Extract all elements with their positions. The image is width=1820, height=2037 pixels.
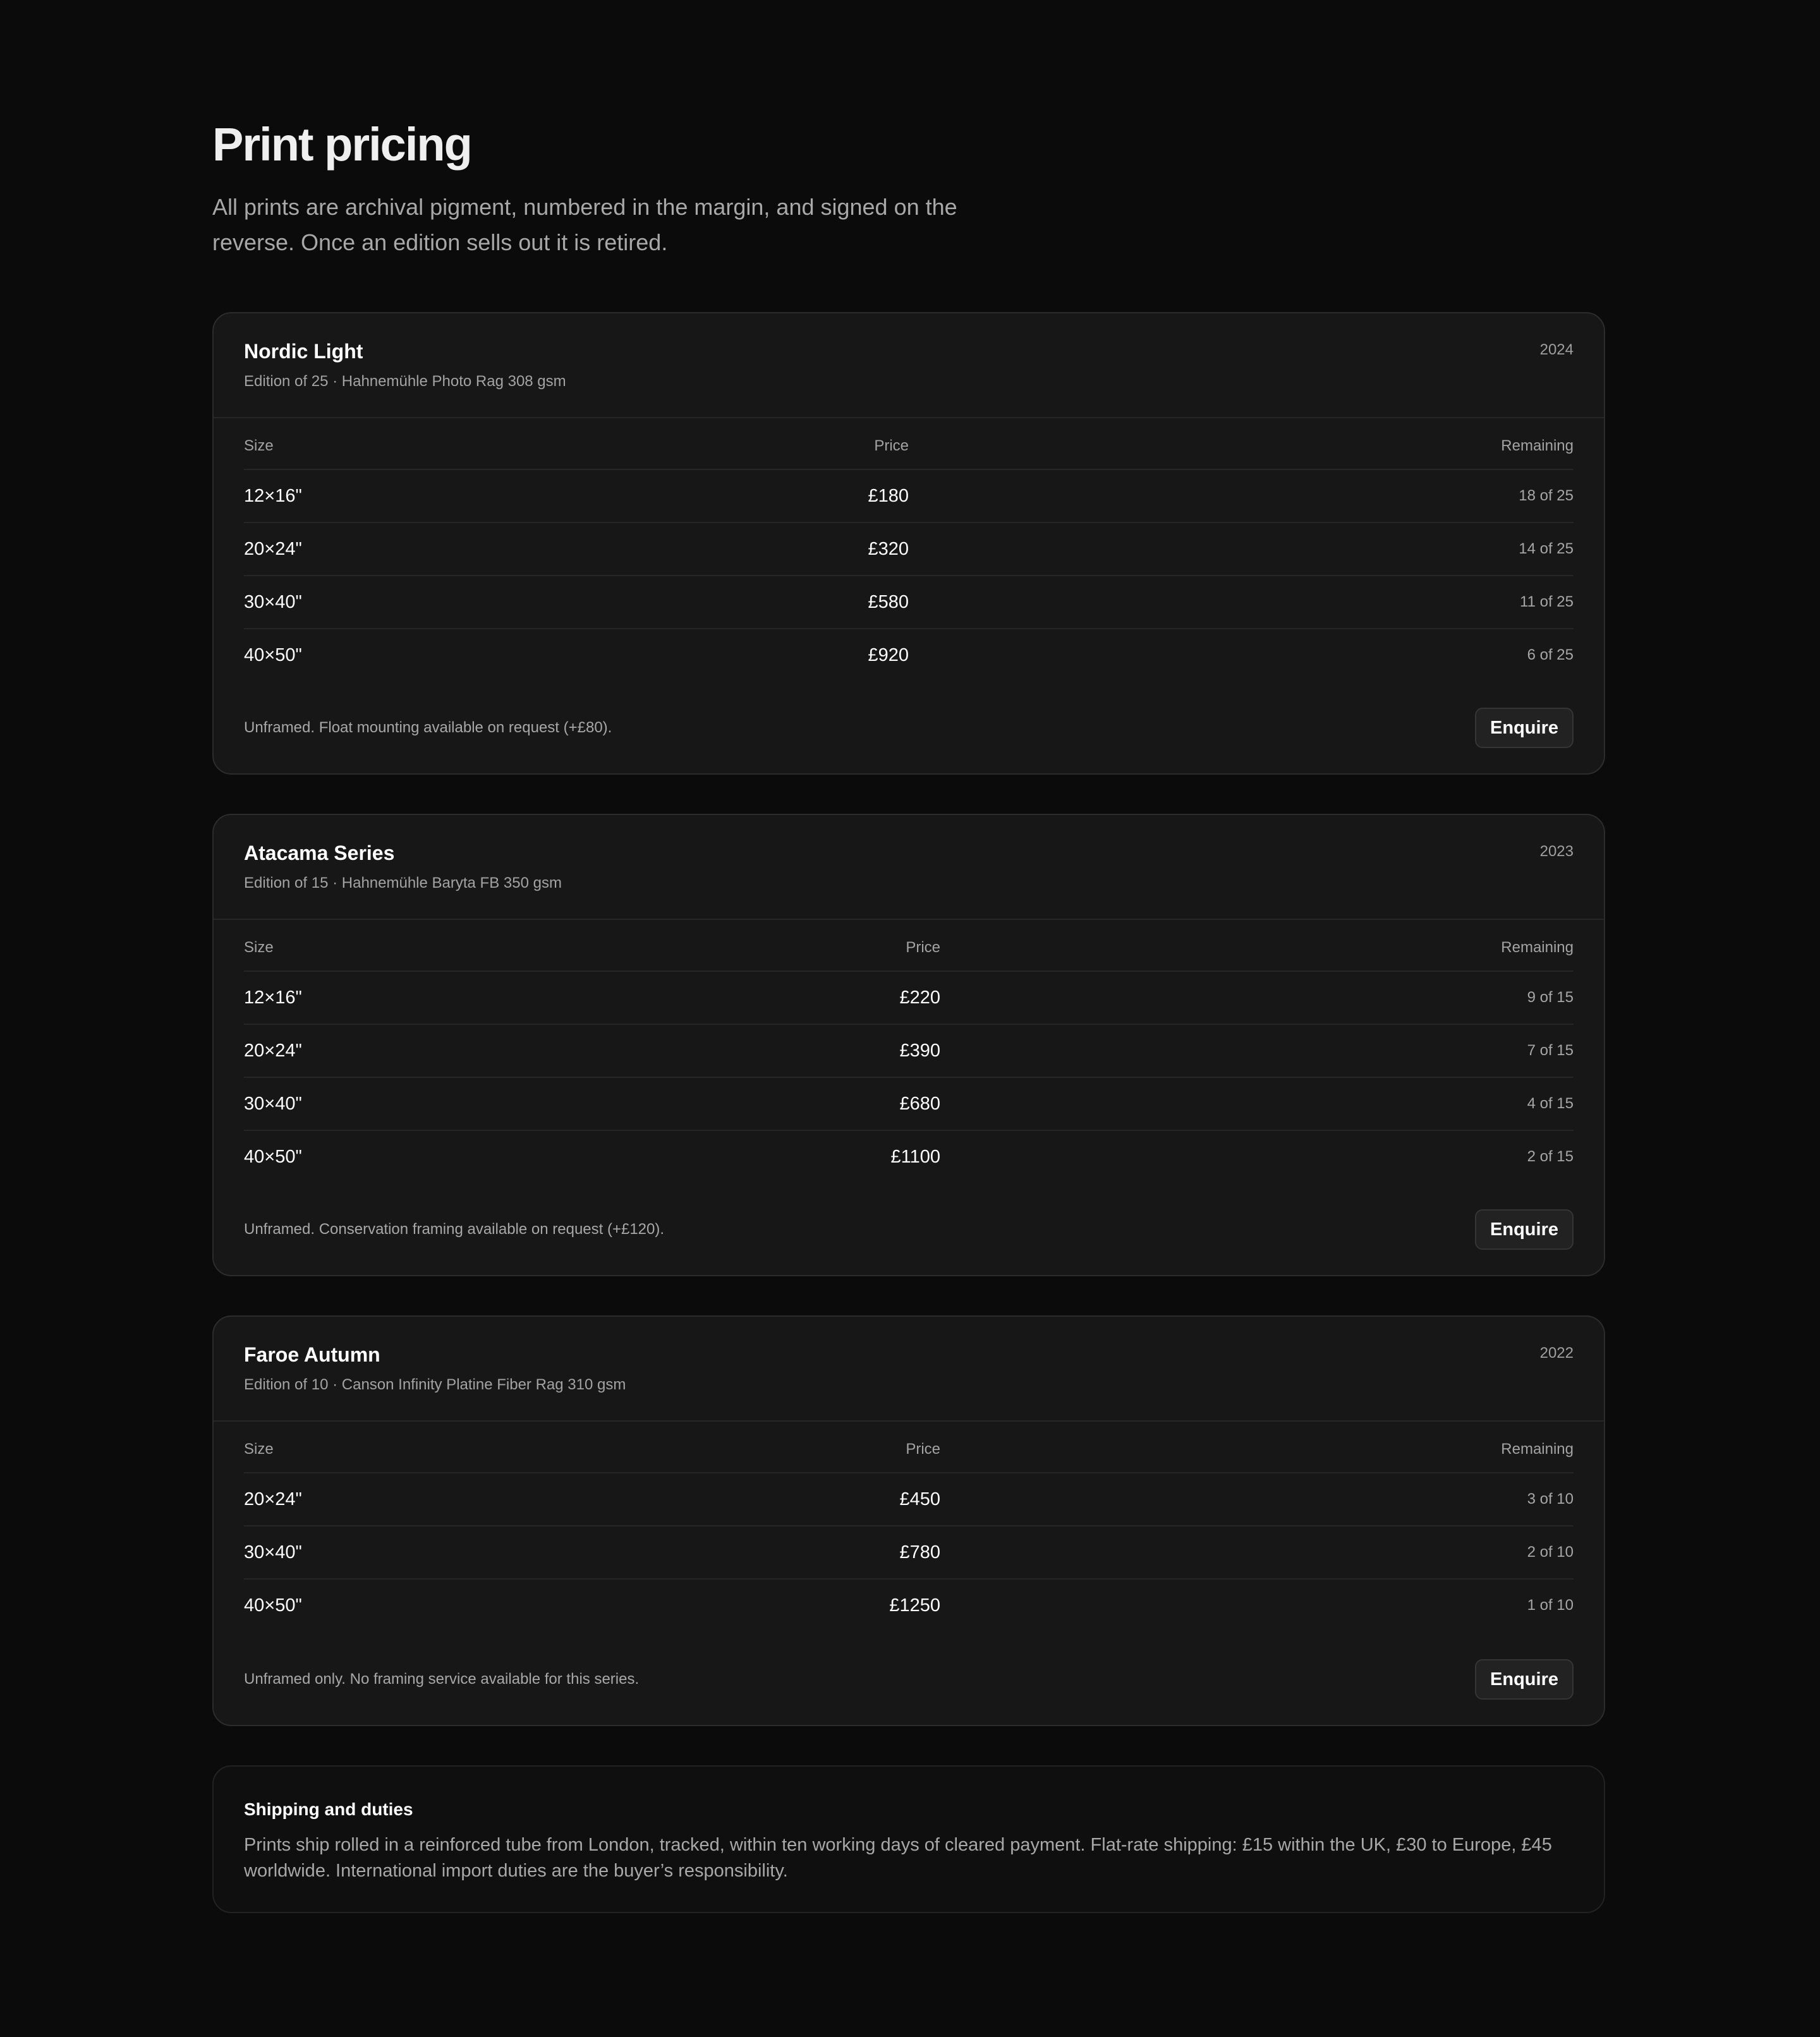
shipping-body: Prints ship rolled in a reinforced tube …	[244, 1835, 1552, 1881]
edition-meta: Edition of 15 · Hahnemühle Baryta FB 350…	[244, 874, 562, 892]
remaining-cell: 2 of 10	[1527, 1544, 1574, 1561]
remaining-cell: 9 of 15	[1527, 989, 1574, 1006]
size-cell: 30×40"	[244, 1542, 302, 1563]
size-column-header: Size	[244, 939, 274, 956]
size-cell: 12×16"	[244, 485, 302, 506]
framing-note: Unframed. Float mounting available on re…	[244, 719, 612, 736]
enquire-button[interactable]: Enquire	[1475, 1209, 1574, 1250]
size-cell: 20×24"	[244, 1489, 302, 1509]
table-row: 40×50" £1100 2 of 15	[244, 1146, 1574, 1167]
table-row: 40×50" £920 6 of 25	[244, 644, 1574, 665]
table-header-row: Size Price Remaining	[244, 939, 1574, 972]
size-cell: 20×24"	[244, 538, 302, 559]
page-title: Print pricing	[212, 118, 473, 171]
edition-card-atacama-series: Atacama Series Edition of 15 · Hahnemühl…	[212, 814, 1605, 1276]
size-cell: 20×24"	[244, 1040, 302, 1061]
size-cell: 40×50"	[244, 644, 302, 665]
remaining-cell: 11 of 25	[1520, 593, 1574, 610]
remaining-cell: 14 of 25	[1519, 540, 1574, 557]
size-column-header: Size	[244, 1441, 274, 1458]
framing-note: Unframed. Conservation framing available…	[244, 1221, 665, 1238]
table-header-row: Size Price Remaining	[244, 437, 1574, 470]
remaining-cell: 4 of 15	[1527, 1095, 1574, 1112]
table-row: 30×40" £580 11 of 25	[244, 576, 1574, 629]
edition-card-nordic-light: Nordic Light Edition of 25 · Hahnemühle …	[212, 312, 1605, 775]
remaining-cell: 1 of 10	[1527, 1597, 1574, 1614]
page-subtitle: All prints are archival pigment, numbere…	[212, 194, 957, 255]
table-row: 20×24" £390 7 of 15	[244, 1025, 1574, 1078]
size-column-header: Size	[244, 437, 274, 454]
price-table: Size Price Remaining 12×16" £220 9 of 15…	[244, 939, 1574, 1183]
remaining-cell: 18 of 25	[1519, 487, 1574, 504]
size-cell: 40×50"	[244, 1146, 302, 1167]
card-header: Nordic Light Edition of 25 · Hahnemühle …	[214, 313, 1604, 418]
card-header: Atacama Series Edition of 15 · Hahnemühl…	[214, 815, 1604, 920]
remaining-cell: 6 of 25	[1527, 646, 1574, 663]
remaining-column-header: Remaining	[1501, 939, 1574, 956]
edition-meta: Edition of 25 · Hahnemühle Photo Rag 308…	[244, 373, 566, 390]
enquire-button[interactable]: Enquire	[1475, 1659, 1574, 1700]
framing-note: Unframed only. No framing service availa…	[244, 1671, 640, 1688]
edition-name: Atacama Series	[244, 842, 395, 864]
price-table: Size Price Remaining 20×24" £450 3 of 10…	[244, 1441, 1574, 1631]
table-row: 20×24" £450 3 of 10	[244, 1473, 1574, 1526]
edition-year: 2022	[1539, 1345, 1574, 1362]
edition-meta: Edition of 10 · Canson Infinity Platine …	[244, 1376, 626, 1393]
edition-name: Nordic Light	[244, 340, 363, 363]
size-cell: 30×40"	[244, 1093, 302, 1114]
remaining-cell: 2 of 15	[1527, 1148, 1574, 1165]
edition-year: 2023	[1539, 843, 1574, 860]
table-header-row: Size Price Remaining	[244, 1441, 1574, 1473]
remaining-cell: 3 of 10	[1527, 1490, 1574, 1508]
enquire-button[interactable]: Enquire	[1475, 708, 1574, 748]
edition-card-faroe-autumn: Faroe Autumn Edition of 10 · Canson Infi…	[212, 1315, 1605, 1726]
price-table: Size Price Remaining 12×16" £180 18 of 2…	[244, 437, 1574, 681]
size-cell: 12×16"	[244, 987, 302, 1008]
shipping-panel: Shipping and duties Prints ship rolled i…	[212, 1765, 1605, 1913]
table-row: 30×40" £780 2 of 10	[244, 1526, 1574, 1580]
remaining-column-header: Remaining	[1501, 1441, 1574, 1458]
card-header: Faroe Autumn Edition of 10 · Canson Infi…	[214, 1317, 1604, 1422]
table-row: 12×16" £220 9 of 15	[244, 972, 1574, 1025]
remaining-column-header: Remaining	[1501, 437, 1574, 454]
table-row: 12×16" £180 18 of 25	[244, 470, 1574, 523]
table-row: 20×24" £320 14 of 25	[244, 523, 1574, 576]
edition-name: Faroe Autumn	[244, 1343, 380, 1366]
size-cell: 40×50"	[244, 1595, 302, 1616]
remaining-cell: 7 of 15	[1527, 1042, 1574, 1059]
table-row: 30×40" £680 4 of 15	[244, 1078, 1574, 1131]
edition-year: 2024	[1539, 341, 1574, 358]
shipping-title: Shipping and duties	[244, 1799, 413, 1819]
table-row: 40×50" £1250 1 of 10	[244, 1595, 1574, 1616]
size-cell: 30×40"	[244, 591, 302, 612]
